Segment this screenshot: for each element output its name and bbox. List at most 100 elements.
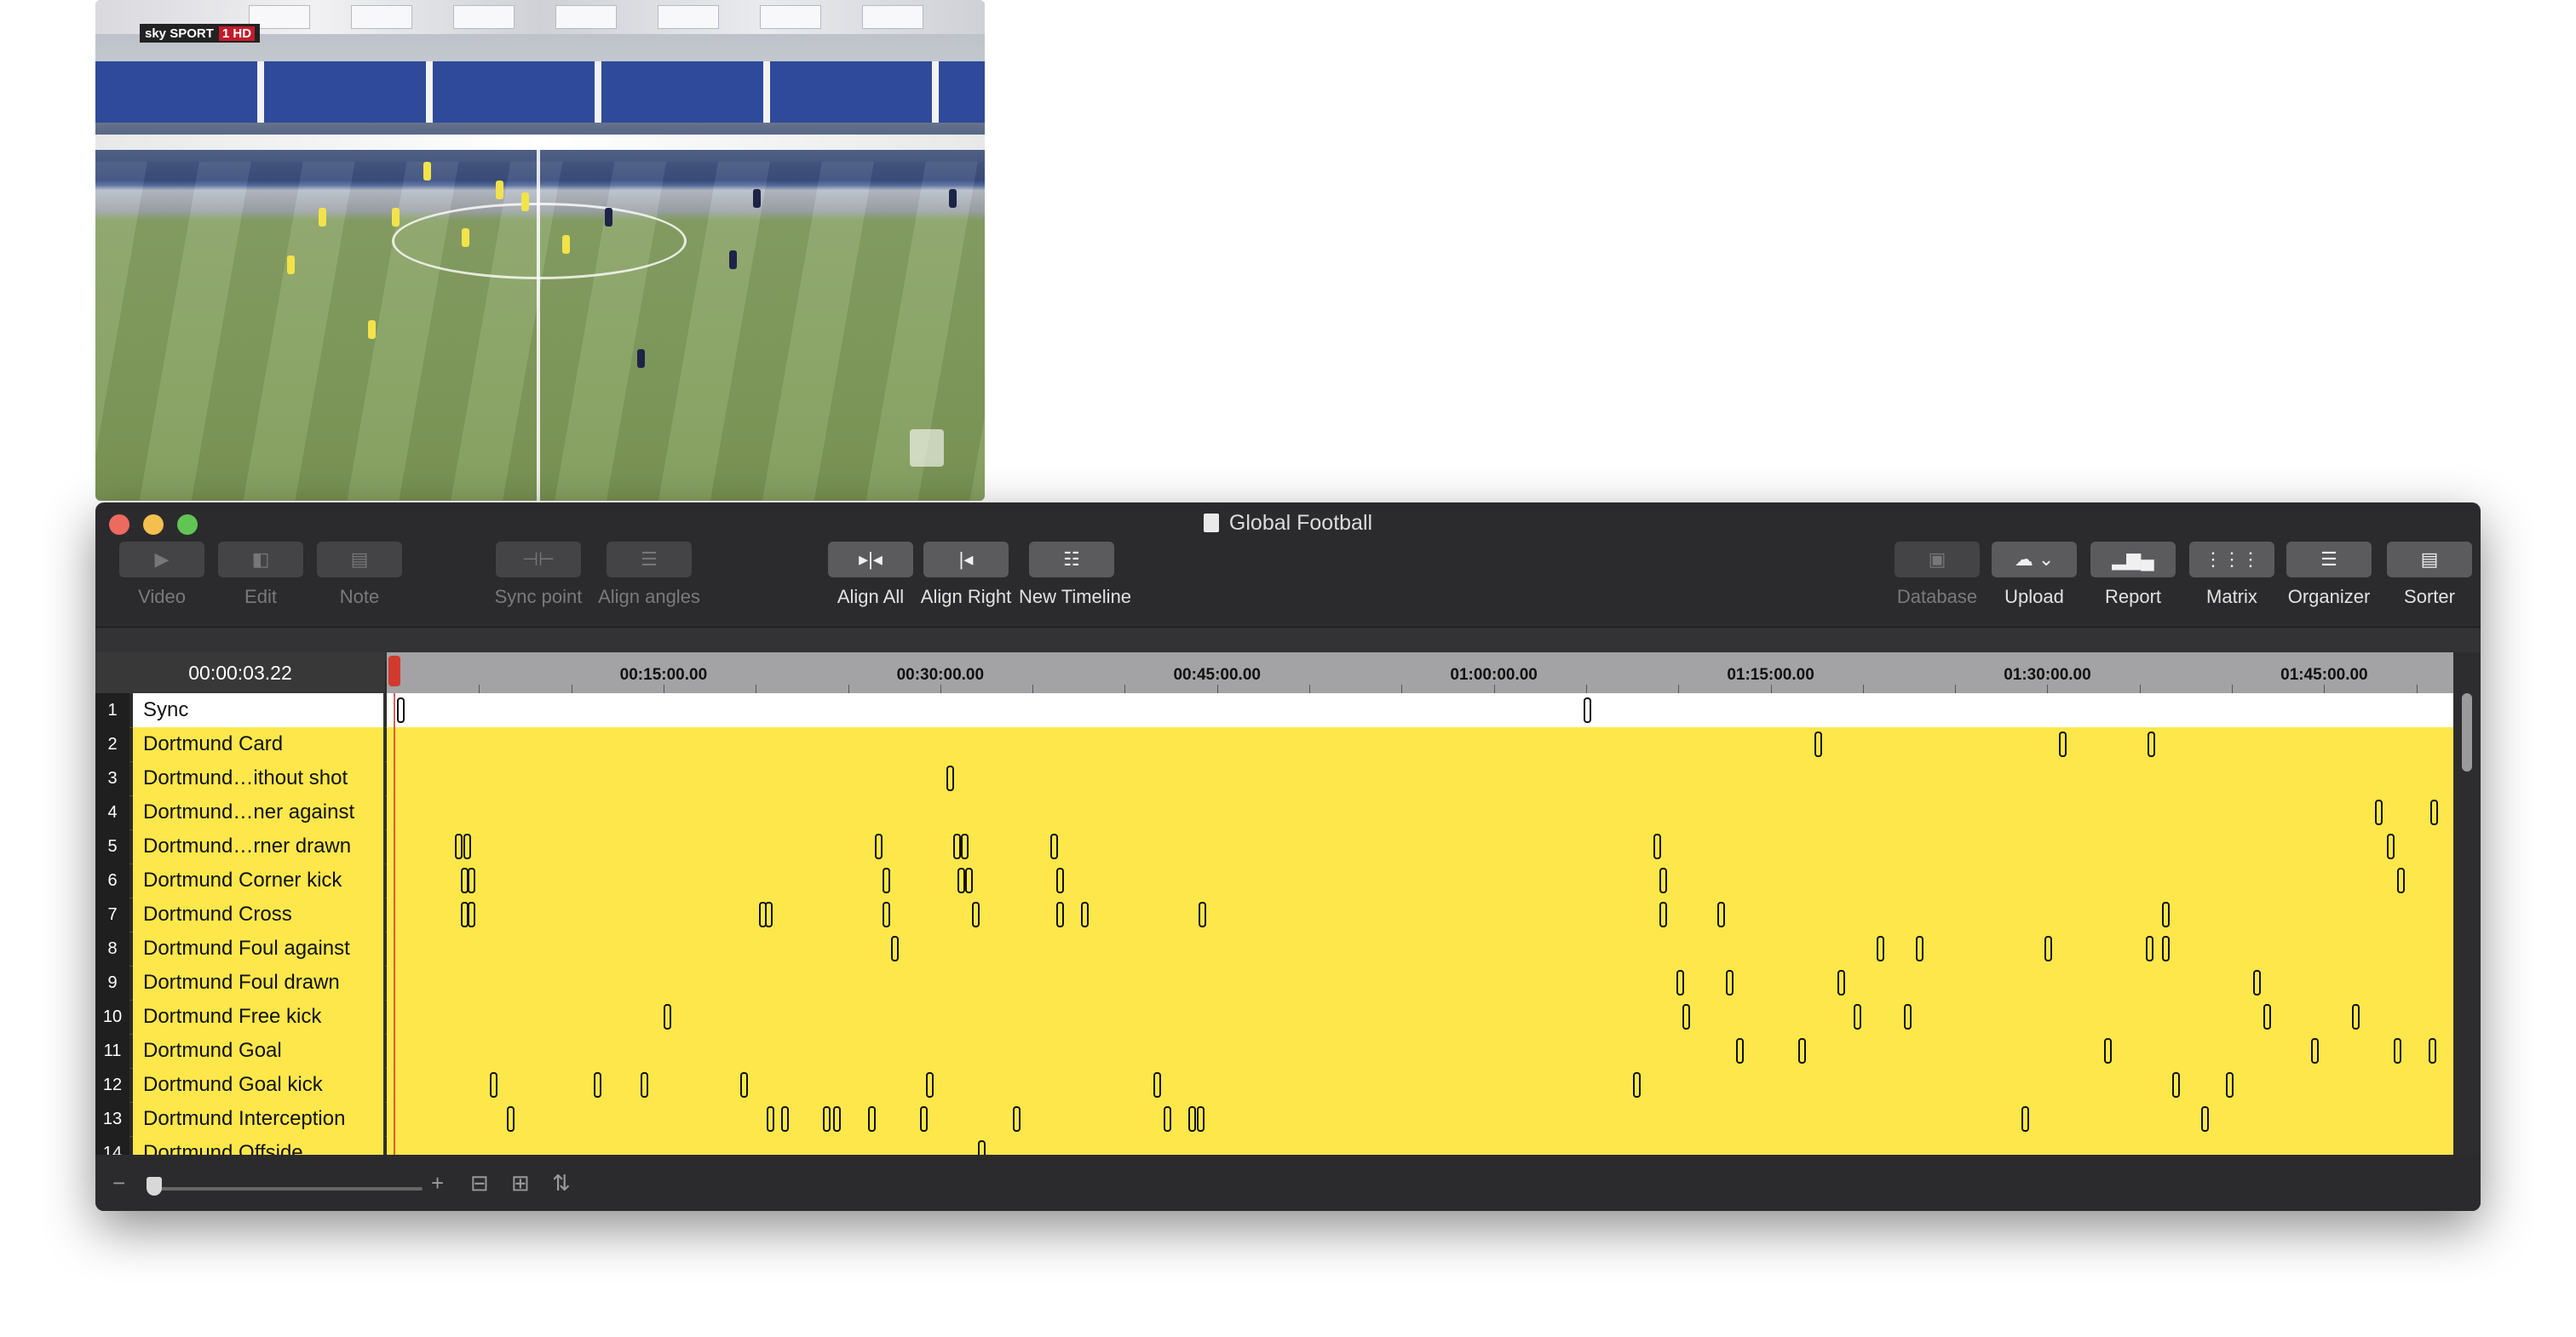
row-lane[interactable] (387, 1068, 2453, 1102)
instance-marker[interactable] (890, 936, 899, 961)
new-timeline-icon[interactable]: ☷ (1029, 542, 1114, 577)
instance-marker[interactable] (2201, 1106, 2210, 1132)
instance-marker[interactable] (1049, 834, 1058, 859)
instance-marker[interactable] (2387, 834, 2395, 859)
row-label[interactable]: Dortmund Foul against (133, 932, 385, 966)
timeline-row[interactable]: 5 Dortmund…rner drawn (95, 829, 2453, 864)
instance-marker[interactable] (1837, 970, 1846, 996)
video-button[interactable]: ▶ Video (109, 542, 215, 608)
instance-marker[interactable] (1659, 902, 1668, 927)
instance-marker[interactable] (2147, 732, 2155, 757)
vertical-scrollbar[interactable] (2453, 652, 2481, 1155)
instance-marker[interactable] (764, 902, 773, 927)
instance-marker[interactable] (883, 902, 891, 927)
playhead-handle[interactable] (388, 656, 400, 686)
row-label[interactable]: Dortmund Goal (133, 1034, 385, 1068)
instance-marker[interactable] (977, 1140, 986, 1155)
instance-marker[interactable] (593, 1072, 601, 1098)
instance-marker[interactable] (1814, 732, 1823, 757)
instance-marker[interactable] (463, 834, 471, 859)
row-lane[interactable] (387, 1034, 2453, 1068)
instance-marker[interactable] (1682, 1004, 1691, 1030)
instance-marker[interactable] (1877, 936, 1885, 961)
row-lane[interactable] (387, 829, 2453, 864)
instance-marker[interactable] (883, 868, 891, 893)
row-label[interactable]: Dortmund Free kick (133, 1000, 385, 1034)
instance-marker[interactable] (781, 1106, 790, 1132)
zoom-slider-knob[interactable] (147, 1177, 162, 1196)
edit-button[interactable]: ◧ Edit (208, 542, 313, 608)
timeline-row[interactable]: 8 Dortmund Foul against (95, 932, 2453, 967)
organizer-icon[interactable]: ☰ (2286, 542, 2372, 577)
align-right-icon[interactable]: |◂ (923, 542, 1009, 577)
instance-marker[interactable] (1164, 1106, 1172, 1132)
row-height-decrease-icon[interactable]: ⊟ (470, 1170, 489, 1196)
sync-point-icon[interactable]: ⊣⊢ (496, 542, 581, 577)
sort-icon[interactable]: ⇅ (552, 1170, 571, 1196)
report-icon[interactable]: ▂▆▄ (2090, 542, 2176, 577)
row-label[interactable]: Dortmund Card (133, 727, 385, 761)
instance-marker[interactable] (2393, 1038, 2401, 1064)
instance-marker[interactable] (1153, 1072, 1162, 1098)
row-lane[interactable] (387, 1102, 2453, 1136)
instance-marker[interactable] (1196, 1106, 1205, 1132)
new-timeline-button[interactable]: ☷ New Timeline (1019, 542, 1131, 608)
instance-marker[interactable] (1081, 902, 1090, 927)
align-angles-icon[interactable]: ☰ (607, 542, 692, 577)
instance-marker[interactable] (2058, 732, 2067, 757)
database-button[interactable]: ▣ Database (1884, 542, 1990, 608)
instance-marker[interactable] (957, 868, 965, 893)
row-label[interactable]: Sync (133, 693, 385, 727)
row-label[interactable]: Dortmund Foul drawn (133, 966, 385, 1000)
instance-marker[interactable] (397, 697, 405, 723)
instance-marker[interactable] (1736, 1038, 1745, 1064)
instance-marker[interactable] (926, 1072, 934, 1098)
video-icon[interactable]: ▶ (119, 542, 204, 577)
instance-marker[interactable] (946, 766, 955, 791)
instance-marker[interactable] (1903, 1004, 1912, 1030)
database-icon[interactable]: ▣ (1895, 542, 1980, 577)
matrix-icon[interactable]: ⋮⋮⋮ (2189, 542, 2274, 577)
instance-marker[interactable] (961, 834, 969, 859)
scrollbar-thumb[interactable] (2462, 693, 2472, 772)
note-button[interactable]: ▤ Note (307, 542, 412, 608)
instance-marker[interactable] (641, 1072, 649, 1098)
upload-button[interactable]: ☁ ⌄ Upload (1981, 542, 2087, 608)
instance-marker[interactable] (1056, 868, 1065, 893)
instance-marker[interactable] (868, 1106, 877, 1132)
row-label[interactable]: Dortmund Interception (133, 1102, 385, 1136)
instance-marker[interactable] (2352, 1004, 2360, 1030)
instance-marker[interactable] (965, 868, 974, 893)
row-label[interactable]: Dortmund Cross (133, 898, 385, 932)
row-height-increase-icon[interactable]: ⊞ (511, 1170, 530, 1196)
row-lane[interactable] (387, 864, 2453, 898)
timeline-row[interactable]: 13 Dortmund Interception (95, 1102, 2453, 1137)
row-lane[interactable] (387, 898, 2453, 932)
instance-marker[interactable] (739, 1072, 748, 1098)
timeline-row[interactable]: 9 Dortmund Foul drawn (95, 966, 2453, 1001)
instance-marker[interactable] (1676, 970, 1684, 996)
timeline-row[interactable]: 11 Dortmund Goal (95, 1034, 2453, 1069)
instance-marker[interactable] (2428, 1038, 2436, 1064)
row-lane[interactable] (387, 966, 2453, 1000)
instance-marker[interactable] (767, 1106, 775, 1132)
instance-marker[interactable] (2374, 800, 2383, 825)
row-lane[interactable] (387, 727, 2453, 761)
instance-marker[interactable] (1717, 902, 1726, 927)
instance-marker[interactable] (1199, 902, 1207, 927)
instance-marker[interactable] (2161, 902, 2170, 927)
row-lane[interactable] (387, 795, 2453, 829)
row-label[interactable]: Dortmund…ner against (133, 795, 385, 829)
timeline-row[interactable]: 14 Dortmund Offside (95, 1136, 2453, 1155)
zoom-in-icon[interactable]: + (431, 1170, 444, 1196)
instance-marker[interactable] (2263, 1004, 2271, 1030)
instance-marker[interactable] (2145, 936, 2153, 961)
timeline-row[interactable]: 12 Dortmund Goal kick (95, 1068, 2453, 1103)
instance-marker[interactable] (664, 1004, 672, 1030)
align-angles-button[interactable]: ☰ Align angles (596, 542, 702, 608)
instance-marker[interactable] (1916, 936, 1924, 961)
time-ruler[interactable]: 00:15:00.00 00:30:00.00 00:45:00.00 01:00:0… (387, 652, 2453, 693)
sorter-icon[interactable]: ▤ (2387, 542, 2472, 577)
instance-marker[interactable] (506, 1106, 515, 1132)
row-label[interactable]: Dortmund Corner kick (133, 864, 385, 898)
